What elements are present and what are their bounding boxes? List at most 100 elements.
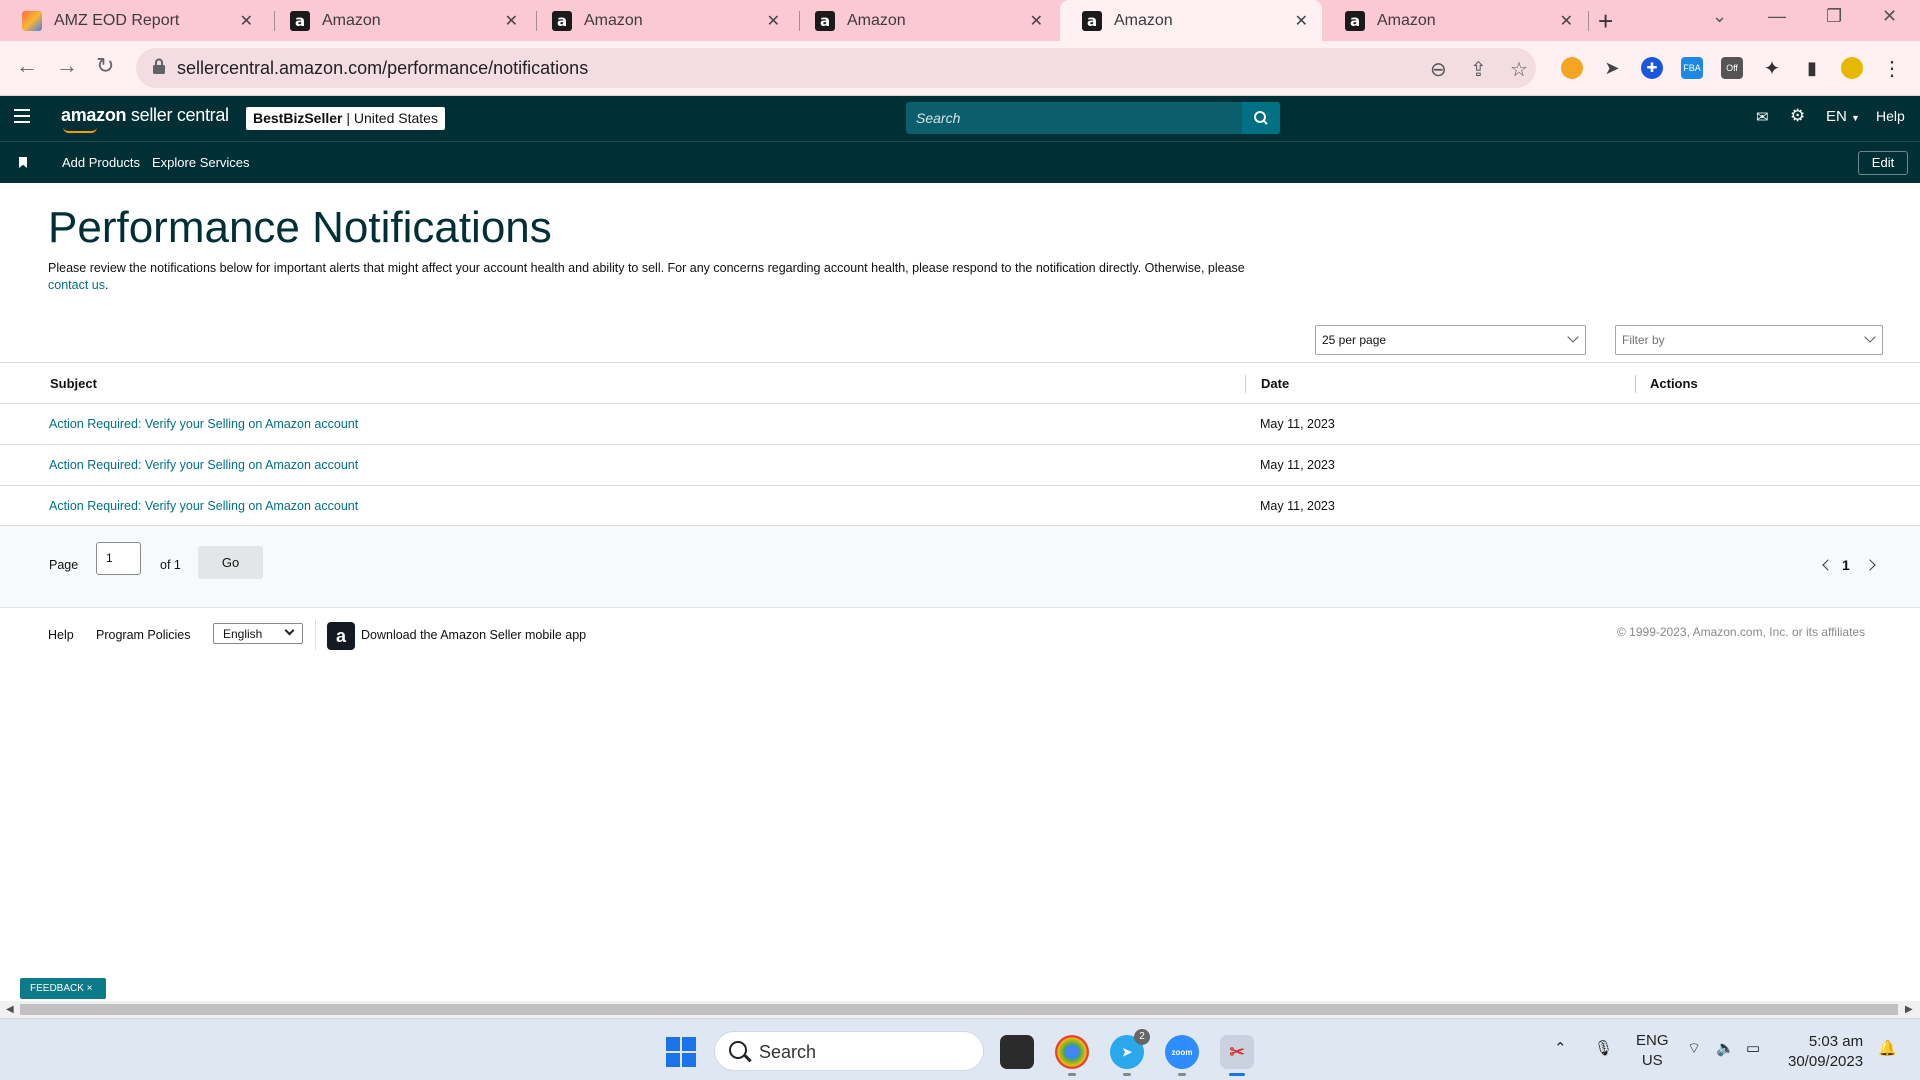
extension-off-icon[interactable]: Off — [1721, 57, 1743, 79]
back-arrow-icon[interactable]: ← — [16, 53, 38, 79]
wifi-icon[interactable]: ⌔ — [1687, 1039, 1701, 1058]
input-language-indicator[interactable]: ENG US — [1636, 1031, 1669, 1071]
chevron-left-icon[interactable] — [1822, 559, 1834, 571]
close-icon[interactable]: ✕ — [1295, 11, 1308, 31]
new-tab-plus-icon[interactable]: + — [1598, 6, 1613, 37]
taskbar-search-label: Search — [759, 1042, 817, 1062]
close-icon[interactable]: ✕ — [505, 11, 518, 31]
table-row: Action Required: Verify your Selling on … — [0, 445, 1920, 486]
program-policies-link[interactable]: Program Policies — [96, 628, 190, 642]
battery-icon[interactable]: ▭ — [1746, 1039, 1760, 1057]
search-icon — [729, 1041, 747, 1059]
tray-chevron-up-icon[interactable]: ⌃ — [1554, 1039, 1567, 1057]
per-page-select[interactable]: 25 per page — [1315, 325, 1586, 355]
scrollbar-thumb[interactable] — [20, 1004, 1898, 1015]
tab-title: AMZ EOD Report — [54, 11, 180, 29]
extension-blue-icon[interactable]: ✚ — [1641, 57, 1663, 79]
current-page[interactable]: 1 — [1842, 557, 1850, 573]
horizontal-scrollbar[interactable]: ◀ ▶ — [0, 1001, 1920, 1018]
notification-subject-link[interactable]: Action Required: Verify your Selling on … — [49, 458, 358, 472]
account-switcher[interactable]: BestBizSeller | United States — [246, 107, 445, 130]
scroll-left-arrow-icon[interactable]: ◀ — [6, 1004, 14, 1015]
chevron-right-icon[interactable] — [1864, 559, 1876, 571]
browser-tab-amazon-5[interactable]: a Amazon ✕ — [1323, 0, 1587, 41]
system-clock[interactable]: 5:03 am 30/09/2023 — [1788, 1032, 1863, 1072]
seller-central-logo[interactable]: amazon seller central — [61, 105, 229, 133]
language-selector[interactable]: EN ▼ — [1826, 108, 1860, 125]
windows-start-icon[interactable] — [666, 1037, 696, 1067]
chevron-down-icon — [284, 625, 295, 636]
chevron-down-icon — [1567, 331, 1579, 343]
hamburger-menu-icon[interactable] — [14, 109, 30, 127]
column-date[interactable]: Date — [1261, 376, 1289, 391]
help-link[interactable]: Help — [1876, 108, 1905, 124]
zoom-out-icon[interactable]: ⊖ — [1430, 57, 1447, 82]
column-subject[interactable]: Subject — [50, 376, 97, 391]
add-products-link[interactable]: Add Products — [62, 155, 140, 170]
notification-subject-link[interactable]: Action Required: Verify your Selling on … — [49, 417, 358, 431]
mail-icon[interactable]: ✉ — [1756, 108, 1769, 126]
amz-eod-icon — [22, 10, 42, 31]
page-title: Performance Notifications — [48, 203, 552, 252]
profile-avatar[interactable] — [1841, 57, 1863, 79]
browser-tab-amazon-1[interactable]: a Amazon ✕ — [268, 0, 532, 41]
go-button[interactable]: Go — [198, 546, 263, 579]
browser-tab-amazon-2[interactable]: a Amazon ✕ — [530, 0, 794, 41]
footer-divider — [315, 620, 316, 650]
amazon-app-icon[interactable]: a — [327, 622, 355, 650]
fba-extension-icon[interactable]: FBA — [1681, 57, 1703, 79]
restore-icon[interactable]: ❐ — [1826, 6, 1842, 27]
file-explorer-icon[interactable] — [1000, 1035, 1034, 1069]
seller-search-input[interactable]: Search — [906, 102, 1280, 134]
feedback-button[interactable]: FEEDBACK × — [20, 978, 106, 999]
browser-tab-amz-eod-report[interactable]: AMZ EOD Report ✕ — [0, 0, 267, 41]
volume-icon[interactable]: 🔈 — [1716, 1039, 1735, 1057]
page-number-input[interactable]: 1 — [96, 542, 141, 575]
footer-language-select[interactable]: English — [213, 623, 303, 644]
browser-tab-amazon-active[interactable]: a Amazon ✕ — [1060, 0, 1322, 41]
bookmark-star-icon[interactable]: ☆ — [1510, 57, 1528, 82]
download-app-link[interactable]: Download the Amazon Seller mobile app — [361, 628, 586, 642]
taskbar-search[interactable]: Search — [714, 1031, 984, 1071]
filter-select[interactable]: Filter by — [1615, 325, 1883, 355]
scroll-right-arrow-icon[interactable]: ▶ — [1905, 1004, 1913, 1015]
gear-icon[interactable]: ⚙ — [1790, 106, 1805, 126]
page-count-label: of 1 — [160, 558, 181, 572]
amazon-icon: a — [1082, 10, 1102, 31]
notification-subject-link[interactable]: Action Required: Verify your Selling on … — [49, 499, 358, 513]
bookmark-icon[interactable] — [19, 157, 27, 168]
side-panel-icon[interactable]: ▮ — [1801, 57, 1823, 79]
close-icon[interactable]: ✕ — [1030, 11, 1043, 31]
tab-search-chevron-icon[interactable]: ⌄ — [1712, 6, 1727, 27]
chrome-icon[interactable] — [1055, 1035, 1089, 1069]
share-icon[interactable]: ⇪ — [1470, 57, 1487, 82]
browser-tab-amazon-3[interactable]: a Amazon ✕ — [793, 0, 1057, 41]
tab-title: Amazon — [847, 11, 906, 29]
address-bar[interactable]: sellercentral.amazon.com/performance/not… — [136, 48, 1536, 88]
browser-menu-icon[interactable]: ⋮ — [1881, 57, 1903, 80]
close-icon[interactable]: ✕ — [1560, 11, 1573, 31]
reload-icon[interactable]: ↻ — [96, 53, 114, 79]
logo-seller-central-text: seller central — [126, 105, 229, 125]
close-icon[interactable]: ✕ — [240, 11, 253, 31]
tab-title: Amazon — [1377, 11, 1436, 29]
snipping-tool-icon[interactable]: ✂ — [1220, 1035, 1254, 1069]
edit-button[interactable]: Edit — [1858, 151, 1908, 175]
extensions-puzzle-icon[interactable]: ✦ — [1761, 57, 1783, 80]
zoom-icon[interactable]: zoom — [1165, 1035, 1199, 1069]
footer-help-link[interactable]: Help — [48, 628, 74, 642]
search-button[interactable] — [1242, 102, 1280, 134]
browser-toolbar: ← → ↻ sellercentral.amazon.com/performan… — [0, 41, 1920, 96]
close-icon[interactable]: ✕ — [767, 11, 780, 31]
explore-services-link[interactable]: Explore Services — [152, 155, 250, 170]
amazon-icon: a — [1345, 10, 1365, 31]
microphone-icon[interactable]: 🎙 — [1594, 1039, 1613, 1057]
extension-arrow-icon[interactable]: ➤ — [1601, 57, 1623, 79]
extension-orange-icon[interactable] — [1561, 57, 1583, 79]
window-close-icon[interactable]: ✕ — [1882, 6, 1897, 27]
minimize-icon[interactable]: — — [1768, 6, 1786, 27]
forward-arrow-icon[interactable]: → — [56, 53, 78, 79]
contact-us-link[interactable]: contact us — [48, 278, 105, 292]
zoom-icon-label: zoom — [1171, 1047, 1193, 1057]
notification-bell-icon[interactable]: 🔔 — [1878, 1039, 1897, 1057]
